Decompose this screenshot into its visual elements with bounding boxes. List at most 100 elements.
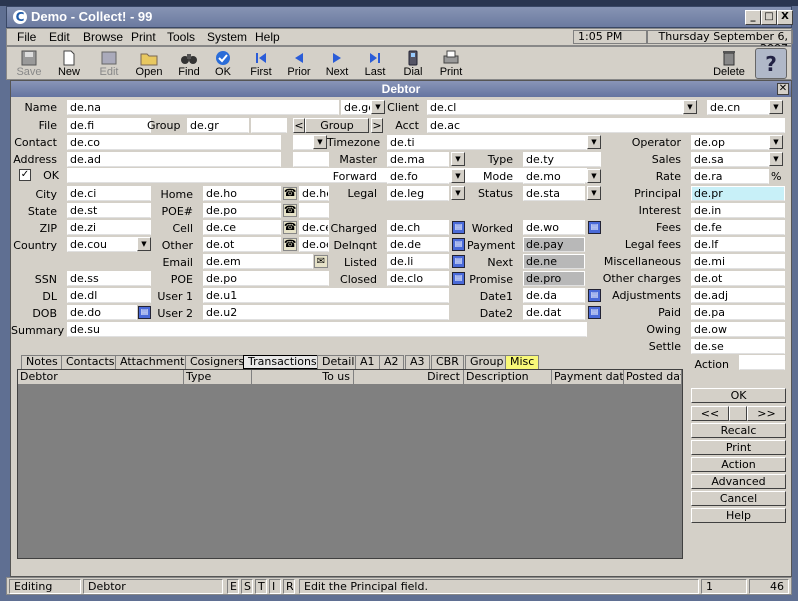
listed-calendar-icon[interactable]: ▤ <box>452 255 465 268</box>
worked-field[interactable]: de.wo <box>523 220 585 235</box>
advanced-button[interactable]: Advanced <box>691 474 786 489</box>
address-field[interactable]: de.ad <box>67 152 281 167</box>
summary-field[interactable]: de.su <box>67 322 587 337</box>
date1-calendar-icon[interactable]: ▤ <box>588 289 601 302</box>
timezone-dropdown[interactable]: ▼ <box>587 135 601 149</box>
poe-phone-icon[interactable]: ☎ <box>283 204 297 217</box>
tab-contacts[interactable]: Contacts <box>61 355 120 369</box>
cell-phone-icon[interactable]: ☎ <box>283 221 297 234</box>
tab-misc[interactable]: Misc <box>505 355 540 369</box>
recalc-button[interactable]: Recalc <box>691 423 786 438</box>
closed-field[interactable]: de.clo <box>387 271 449 286</box>
save-button[interactable]: Save <box>11 48 47 79</box>
dob-field[interactable]: de.do <box>67 305 137 320</box>
master-dropdown[interactable]: ▼ <box>451 152 465 166</box>
grid-header-posted-date[interactable]: Posted date <box>624 370 682 385</box>
last-button[interactable]: Last <box>357 48 393 79</box>
group-extra-field[interactable] <box>251 118 287 133</box>
status-field[interactable]: de.sta <box>523 186 585 201</box>
contact-field[interactable]: de.co <box>67 135 281 150</box>
zip-field[interactable]: de.zi <box>67 220 151 235</box>
next-record-button[interactable]: >> <box>747 406 786 421</box>
city-field[interactable]: de.ci <box>67 186 151 201</box>
grid-header-description[interactable]: Description <box>464 370 552 385</box>
state-field[interactable]: de.st <box>67 203 151 218</box>
next-button[interactable]: Next <box>319 48 355 79</box>
client-number-dropdown[interactable]: ▼ <box>769 100 783 114</box>
fees-field[interactable]: de.fe <box>691 220 785 235</box>
charged-field[interactable]: de.ch <box>387 220 449 235</box>
menu-file[interactable]: File <box>17 30 36 44</box>
form-close-icon[interactable]: ✕ <box>777 83 789 95</box>
delete-button[interactable]: Delete <box>709 48 749 79</box>
menu-edit[interactable]: Edit <box>49 30 70 44</box>
date2-field[interactable]: de.dat <box>523 305 585 320</box>
status-dropdown[interactable]: ▼ <box>587 186 601 200</box>
group-prev-button[interactable]: < <box>293 118 305 133</box>
name-field[interactable]: de.na <box>67 100 339 115</box>
cell-ext-field[interactable]: de.cex <box>299 220 329 235</box>
ssn-field[interactable]: de.ss <box>67 271 151 286</box>
tab-attachments[interactable]: Attachments <box>115 355 196 369</box>
dial-button[interactable]: Dial <box>395 48 431 79</box>
menu-help[interactable]: Help <box>255 30 280 44</box>
help-button[interactable]: Help <box>691 508 786 523</box>
legal-fees-field[interactable]: de.lf <box>691 237 785 252</box>
user2-field[interactable]: de.u2 <box>203 305 449 320</box>
contact-extra-field[interactable] <box>293 135 313 150</box>
miscellaneous-field[interactable]: de.mi <box>691 254 785 269</box>
action-button[interactable]: Action <box>691 457 786 472</box>
owing-field[interactable]: de.ow <box>691 322 785 337</box>
print-form-button[interactable]: Print <box>691 440 786 455</box>
minimize-button[interactable]: _ <box>745 10 761 25</box>
grid-header-type[interactable]: Type <box>184 370 252 385</box>
grid-header-direct[interactable]: Direct <box>354 370 464 385</box>
file-field[interactable]: de.fi <box>67 118 151 133</box>
tab-transactions[interactable]: Transactions <box>243 355 322 369</box>
type-field[interactable]: de.ty <box>523 152 601 167</box>
country-dropdown[interactable]: ▼ <box>137 237 151 251</box>
action-field[interactable] <box>739 355 785 370</box>
forward-field[interactable]: de.fo <box>387 169 449 184</box>
date2-calendar-icon[interactable]: ▤ <box>588 306 601 319</box>
country-field[interactable]: de.cou <box>67 237 137 252</box>
group-button[interactable]: Group <box>305 118 369 133</box>
print-button[interactable]: Print <box>433 48 469 79</box>
legal-field[interactable]: de.leg <box>387 186 449 201</box>
dl-field[interactable]: de.dl <box>67 288 151 303</box>
first-button[interactable]: First <box>243 48 279 79</box>
delnqnt-calendar-icon[interactable]: ▤ <box>452 238 465 251</box>
worked-calendar-icon[interactable]: ▤ <box>588 221 601 234</box>
help-question-icon[interactable]: ? <box>755 48 787 79</box>
paid-field[interactable]: de.pa <box>691 305 785 320</box>
menu-print[interactable]: Print <box>131 30 156 44</box>
address-extra-field[interactable] <box>293 152 329 167</box>
other-phone-field[interactable]: de.ot <box>203 237 281 252</box>
grid-header-to-us[interactable]: To us <box>252 370 354 385</box>
name-suffix-field[interactable]: de.ge <box>341 100 371 115</box>
closed-calendar-icon[interactable]: ▤ <box>452 272 465 285</box>
email-icon[interactable]: ✉ <box>314 255 328 268</box>
home-ext-field[interactable]: de.he <box>299 186 329 201</box>
cancel-button[interactable]: Cancel <box>691 491 786 506</box>
menu-browse[interactable]: Browse <box>83 30 123 44</box>
master-field[interactable]: de.ma <box>387 152 449 167</box>
client-field[interactable]: de.cl <box>427 100 683 115</box>
prior-button[interactable]: Prior <box>281 48 317 79</box>
mode-field[interactable]: de.mo <box>523 169 585 184</box>
other-ext-field[interactable]: de.oe <box>299 237 329 252</box>
menu-system[interactable]: System <box>207 30 247 44</box>
sales-dropdown[interactable]: ▼ <box>769 152 783 166</box>
principal-field[interactable]: de.pr <box>691 186 785 201</box>
grid-header-payment-date[interactable]: Payment date <box>552 370 624 385</box>
edit-button[interactable]: Edit <box>91 48 127 79</box>
new-button[interactable]: New <box>51 48 87 79</box>
delnqnt-field[interactable]: de.de <box>387 237 449 252</box>
poe-num-field[interactable]: de.po <box>203 203 281 218</box>
listed-field[interactable]: de.li <box>387 254 449 269</box>
prev-record-button[interactable]: << <box>691 406 729 421</box>
tab-a2[interactable]: A2 <box>379 355 404 369</box>
maximize-button[interactable]: □ <box>761 10 777 25</box>
grid-header-debtor[interactable]: Debtor <box>18 370 184 385</box>
timezone-field[interactable]: de.ti <box>387 135 587 150</box>
